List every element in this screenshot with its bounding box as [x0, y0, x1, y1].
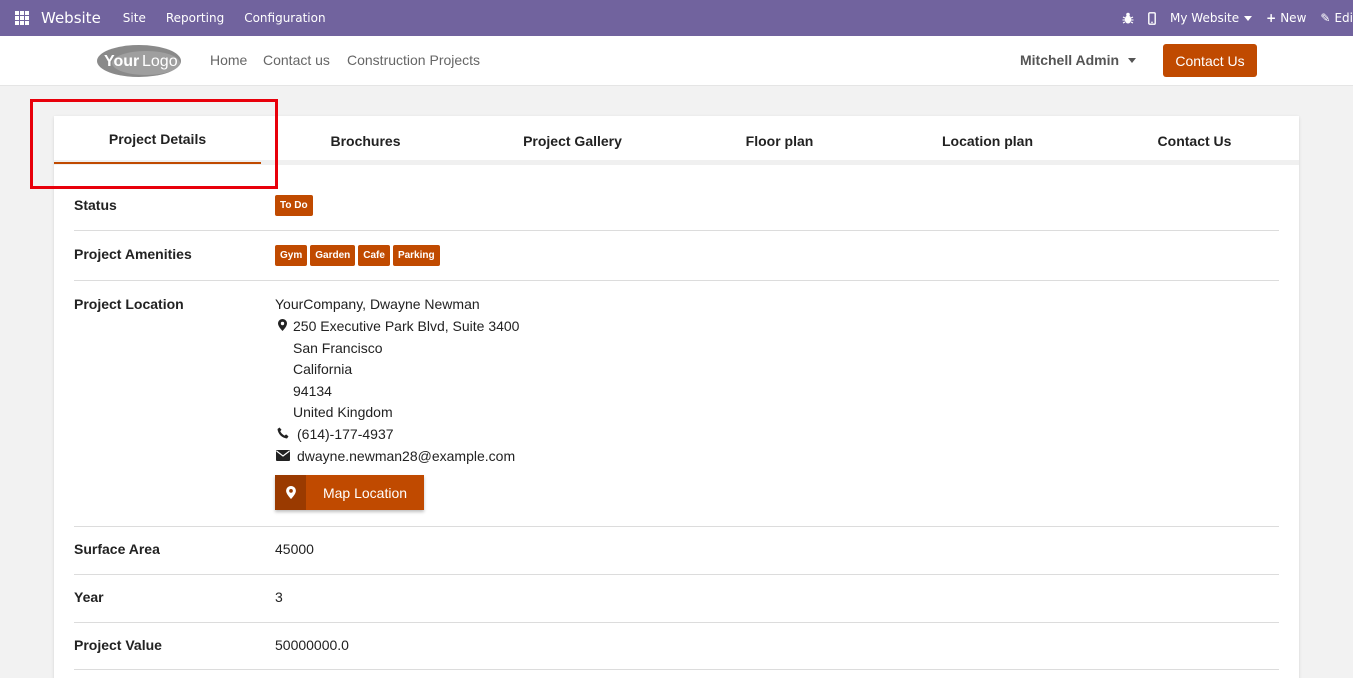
mobile-preview-icon[interactable]	[1148, 11, 1156, 25]
edit-button[interactable]: ✎ Edi	[1320, 11, 1353, 25]
user-name: Mitchell Admin	[1020, 52, 1120, 68]
status-badge: To Do	[275, 195, 313, 216]
location-label: Project Location	[74, 296, 184, 312]
logo-text-logo: Logo	[142, 53, 178, 70]
admin-topbar: Website Site Reporting Configuration My …	[0, 0, 1353, 36]
amenity-badge: Gym	[275, 245, 308, 266]
address-zip: 94134	[293, 383, 332, 399]
year-row: Year 3	[74, 575, 1279, 623]
menu-reporting[interactable]: Reporting	[166, 11, 224, 25]
amenity-badge: Garden	[310, 245, 356, 266]
nav-contact-us[interactable]: Contact us	[263, 52, 330, 68]
year-value: 3	[275, 589, 283, 605]
address-street: 250 Executive Park Blvd, Suite 3400	[293, 318, 520, 334]
surface-row: Surface Area 45000	[74, 527, 1279, 575]
pencil-icon: ✎	[1320, 11, 1331, 25]
location-row: Project Location YourCompany, Dwayne New…	[74, 281, 1279, 527]
surface-value: 45000	[275, 541, 314, 557]
debug-bug-icon[interactable]	[1122, 12, 1134, 25]
logo-text-your: Your	[104, 53, 139, 70]
user-menu[interactable]: Mitchell Admin	[1020, 52, 1137, 68]
menu-site[interactable]: Site	[123, 11, 146, 25]
new-button[interactable]: + New	[1266, 11, 1306, 25]
menu-configuration[interactable]: Configuration	[244, 11, 325, 25]
amenity-badge: Parking	[392, 245, 440, 266]
tab-project-gallery[interactable]: Project Gallery	[469, 116, 676, 165]
project-card: Project Details Brochures Project Galler…	[54, 116, 1299, 678]
project-value-value: 50000000.0	[275, 637, 349, 653]
tab-contact-us[interactable]: Contact Us	[1091, 116, 1298, 165]
map-marker-icon	[275, 475, 306, 510]
project-value-label: Project Value	[74, 637, 162, 653]
website-selector[interactable]: My Website	[1170, 11, 1253, 25]
phone-icon	[277, 426, 289, 442]
amenities-row: Project Amenities Gym Garden Cafe Parking	[74, 231, 1279, 281]
contact-us-button[interactable]: Contact Us	[1163, 44, 1257, 77]
year-label: Year	[74, 589, 104, 605]
status-label: Status	[74, 197, 117, 213]
plus-icon: +	[1266, 11, 1277, 25]
highlight-box	[30, 99, 278, 189]
amenities-values: Gym Garden Cafe Parking	[275, 245, 443, 266]
nav-construction-projects[interactable]: Construction Projects	[347, 52, 480, 68]
apps-grid-icon[interactable]	[15, 11, 29, 25]
amenities-label: Project Amenities	[74, 246, 192, 262]
tab-location-plan[interactable]: Location plan	[884, 116, 1091, 165]
project-value-row: Project Value 50000000.0	[74, 623, 1279, 670]
company-logo[interactable]: Your Logo	[96, 44, 182, 78]
map-location-button[interactable]: Map Location	[275, 475, 424, 510]
tab-brochures[interactable]: Brochures	[262, 116, 469, 165]
tab-floor-plan[interactable]: Floor plan	[676, 116, 883, 165]
address-state: California	[293, 361, 353, 377]
status-value: To Do	[275, 195, 316, 216]
chevron-down-icon	[1128, 57, 1137, 63]
address-country: United Kingdom	[293, 404, 393, 420]
website-selector-label: My Website	[1170, 11, 1240, 25]
envelope-icon	[276, 448, 290, 464]
address-city: San Francisco	[293, 340, 383, 356]
chevron-down-icon	[1244, 15, 1253, 21]
edit-label: Edi	[1334, 11, 1353, 25]
new-label: New	[1280, 11, 1307, 25]
email-value: dwayne.newman28@example.com	[297, 448, 516, 464]
website-header: Your Logo Home Contact us Construction P…	[0, 36, 1353, 86]
amenity-badge: Cafe	[358, 245, 390, 266]
surface-label: Surface Area	[74, 541, 160, 557]
location-block: YourCompany, Dwayne Newman 250 Executive…	[275, 281, 875, 527]
location-name: YourCompany, Dwayne Newman	[275, 296, 480, 312]
phone-value: (614)-177-4937	[297, 426, 394, 442]
map-marker-icon	[278, 318, 287, 334]
app-brand[interactable]: Website	[41, 9, 101, 27]
map-location-label: Map Location	[322, 484, 408, 501]
nav-home[interactable]: Home	[210, 52, 247, 68]
